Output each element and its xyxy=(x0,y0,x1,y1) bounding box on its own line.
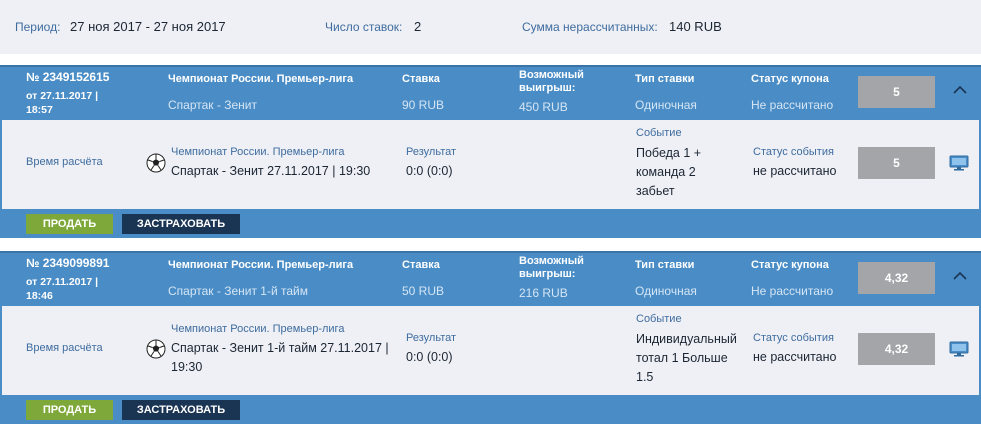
event-line-3: забьет xyxy=(636,184,675,198)
coupon-odds: 5 xyxy=(858,76,935,108)
event-tournament: Чемпионат России. Премьер-лига xyxy=(171,323,345,335)
result-value: 0:0 (0:0) xyxy=(406,350,453,364)
coupon-date: от 27.11.2017 | 18:46 xyxy=(26,276,99,302)
unsettled-sum-value: 140 RUB xyxy=(669,19,722,34)
coupon-actions: ПРОДАТЬ ЗАСТРАХОВАТЬ xyxy=(0,395,981,424)
event-line-2: команда 2 xyxy=(636,165,696,179)
event-match-line-1: Спартак - Зенит 27.11.2017 | 19:30 xyxy=(171,164,371,178)
coupon-event-row: Время расчёта Чемпионат России. Премьер-… xyxy=(0,120,981,209)
unsettled-sum-label: Сумма нерассчитанных: xyxy=(522,20,658,34)
bet-type-value: Одиночная xyxy=(635,98,697,112)
chevron-up-icon[interactable] xyxy=(951,267,969,285)
event-label: Событие xyxy=(636,127,682,139)
coupon-event-row: Время расчёта Чемпионат России. Премьер-… xyxy=(0,306,981,395)
bet-coupon: № 2349099891 от 27.11.2017 | 18:46 Чемпи… xyxy=(0,251,981,424)
event-tournament: Чемпионат России. Премьер-лига xyxy=(171,146,345,158)
stake-value: 50 RUB xyxy=(402,284,445,298)
bet-type-label: Тип ставки xyxy=(635,73,695,85)
coupon-header[interactable]: № 2349099891 от 27.11.2017 | 18:46 Чемпи… xyxy=(0,251,981,306)
bet-coupon: № 2349152615 от 27.11.2017 | 18:57 Чемпи… xyxy=(0,65,981,238)
monitor-icon[interactable] xyxy=(949,341,969,357)
event-line-2: тотал 1 Больше xyxy=(636,351,728,365)
event-line-1: Победа 1 + xyxy=(636,146,702,160)
bets-count-label: Число ставок: xyxy=(325,20,403,34)
event-status-value: не рассчитано xyxy=(753,164,837,178)
bets-summary-bar: Период: 27 ноя 2017 - 27 ноя 2017 Число … xyxy=(0,0,981,54)
event-status-label: Статус события xyxy=(753,146,834,158)
coupon-odds: 4,32 xyxy=(858,262,935,294)
coupon-status-value: Не рассчитано xyxy=(751,98,834,112)
result-label: Результат xyxy=(406,332,457,344)
coupon-match: Спартак - Зенит 1-й тайм xyxy=(168,284,308,298)
chevron-up-icon[interactable] xyxy=(951,81,969,99)
period-value: 27 ноя 2017 - 27 ноя 2017 xyxy=(70,19,226,34)
event-status-value: не рассчитано xyxy=(753,350,837,364)
bet-type-label: Тип ставки xyxy=(635,259,695,271)
event-line-3: 1.5 xyxy=(636,370,654,384)
result-label: Результат xyxy=(406,146,457,158)
calc-time-label: Время расчёта xyxy=(26,342,103,354)
event-status-label: Статус события xyxy=(753,332,834,344)
stake-label: Ставка xyxy=(402,73,440,85)
coupon-status-label: Статус купона xyxy=(751,259,829,271)
result-value: 0:0 (0:0) xyxy=(406,164,453,178)
possible-win-label: Возможный выигрыш: xyxy=(519,69,584,94)
coupon-actions: ПРОДАТЬ ЗАСТРАХОВАТЬ xyxy=(0,209,981,238)
period-label: Период: xyxy=(15,20,61,34)
coupon-match: Спартак - Зенит xyxy=(168,98,257,112)
event-line-1: Индивидуальный xyxy=(636,332,737,346)
possible-win-value: 450 RUB xyxy=(519,100,568,114)
insure-button[interactable]: ЗАСТРАХОВАТЬ xyxy=(122,214,240,234)
coupon-date: от 27.11.2017 | 18:57 xyxy=(26,90,99,116)
coupon-tournament: Чемпионат России. Премьер-лига xyxy=(168,259,354,271)
coupon-header[interactable]: № 2349152615 от 27.11.2017 | 18:57 Чемпи… xyxy=(0,65,981,120)
possible-win-label: Возможный выигрыш: xyxy=(519,255,584,280)
event-odds: 4,32 xyxy=(858,333,935,365)
bets-count-value: 2 xyxy=(414,19,422,34)
insure-button[interactable]: ЗАСТРАХОВАТЬ xyxy=(122,400,240,420)
soccer-ball-icon xyxy=(146,339,166,359)
sell-button[interactable]: ПРОДАТЬ xyxy=(26,214,113,234)
soccer-ball-icon xyxy=(146,153,166,173)
calc-time-label: Время расчёта xyxy=(26,156,103,168)
stake-value: 90 RUB xyxy=(402,98,445,112)
coupon-status-label: Статус купона xyxy=(751,73,829,85)
coupon-tournament: Чемпионат России. Премьер-лига xyxy=(168,73,354,85)
stake-label: Ставка xyxy=(402,259,440,271)
coupon-number: № 2349152615 xyxy=(26,70,110,84)
monitor-icon[interactable] xyxy=(949,155,969,171)
event-match-line-2: 19:30 xyxy=(171,360,203,374)
sell-button[interactable]: ПРОДАТЬ xyxy=(26,400,113,420)
event-odds: 5 xyxy=(858,147,935,179)
coupon-status-value: Не рассчитано xyxy=(751,284,834,298)
event-match-line-1: Спартак - Зенит 1-й тайм 27.11.2017 | xyxy=(171,341,389,355)
event-label: Событие xyxy=(636,313,682,325)
coupon-number: № 2349099891 xyxy=(26,256,110,270)
possible-win-value: 216 RUB xyxy=(519,286,568,300)
bet-type-value: Одиночная xyxy=(635,284,697,298)
